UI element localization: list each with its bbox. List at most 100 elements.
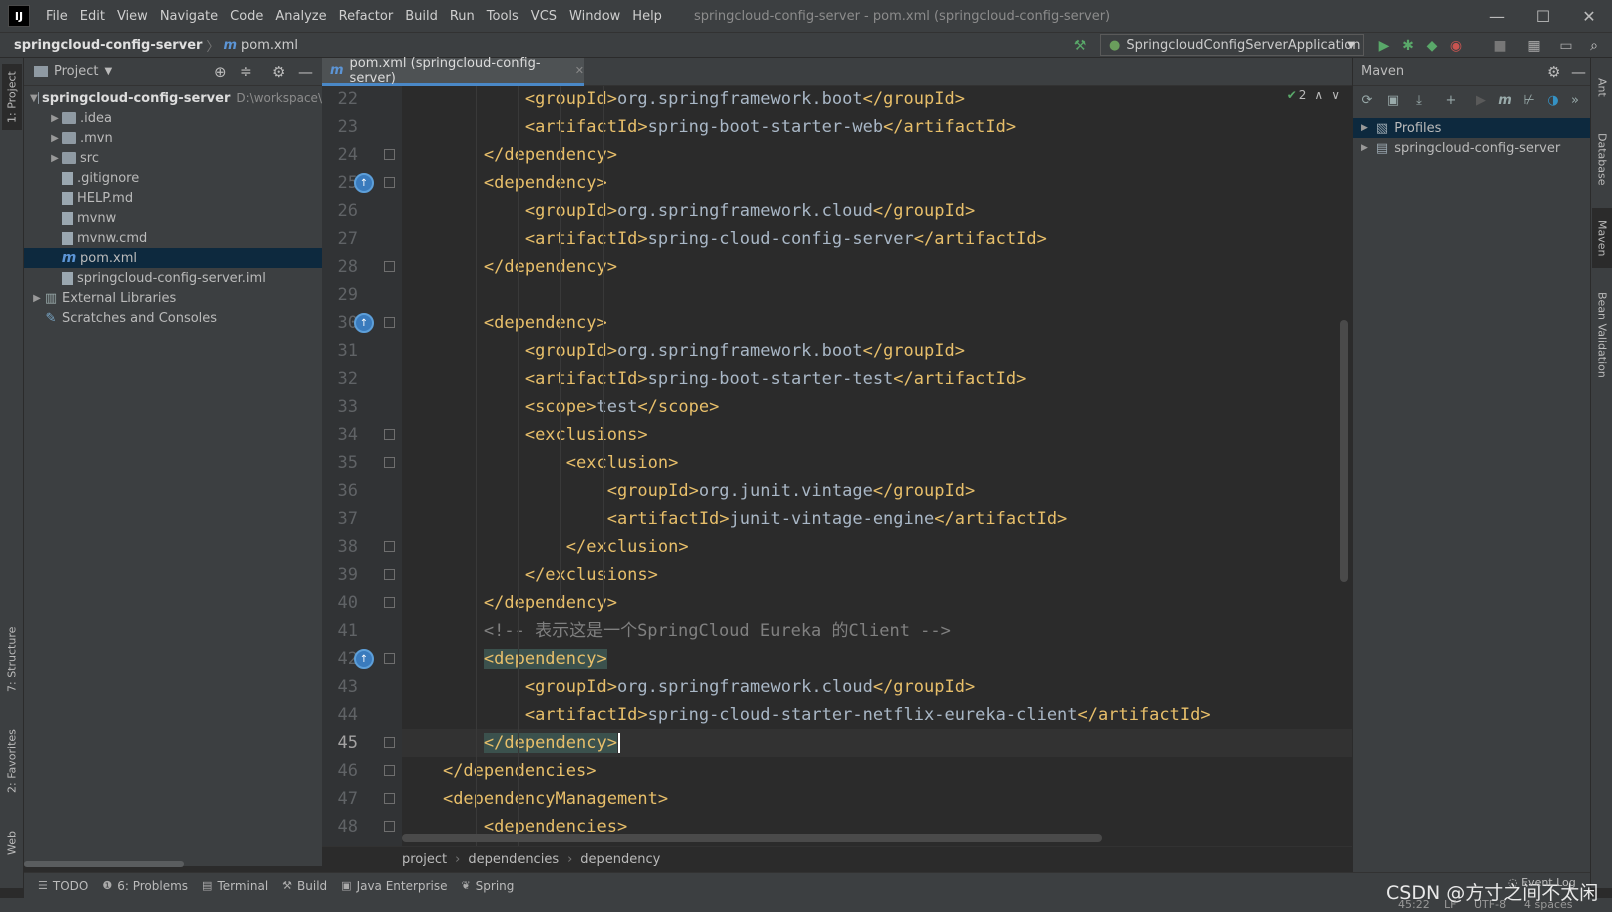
run-maven-icon[interactable]: ▶ [1471, 90, 1491, 110]
menu-tools[interactable]: Tools [481, 9, 525, 24]
search-icon[interactable]: ⌕ [1584, 36, 1604, 56]
tree-horizontal-scrollbar[interactable] [24, 861, 184, 867]
ant-tool-tab[interactable]: Ant [1592, 64, 1612, 110]
editor-vertical-scrollbar[interactable] [1340, 320, 1348, 582]
close-tab-icon[interactable]: ✕ [575, 64, 584, 77]
chevron-down-icon[interactable]: ▼ [104, 66, 112, 77]
tree-item[interactable]: springcloud-config-server.iml [24, 268, 322, 288]
line-number[interactable]: 24 [322, 141, 358, 169]
fold-marker-icon[interactable] [384, 261, 395, 272]
reload-icon[interactable]: ⟳ [1357, 90, 1377, 110]
minimize-button[interactable]: — [1474, 0, 1520, 32]
menu-edit[interactable]: Edit [74, 9, 111, 24]
line-number[interactable]: 39 [322, 561, 358, 589]
line-number[interactable]: 40 [322, 589, 358, 617]
chevron-down-icon[interactable]: ∨ [1331, 88, 1340, 102]
line-number[interactable]: 36 [322, 477, 358, 505]
line-number[interactable]: 45 [322, 729, 358, 757]
chevron-right-icon[interactable]: ▶ [48, 133, 62, 144]
chevron-right-icon[interactable]: ▶ [1361, 143, 1368, 153]
maximize-button[interactable]: ☐ [1520, 0, 1566, 32]
layout-icon[interactable]: ▭ [1556, 36, 1576, 56]
line-number[interactable]: 42 [322, 645, 358, 673]
skip-tests-icon[interactable]: ◑ [1543, 90, 1563, 110]
run-configuration-select[interactable]: ● SpringcloudConfigServerApplication ▼ [1100, 34, 1364, 56]
chevron-up-icon[interactable]: ∧ [1314, 88, 1323, 102]
tool-window-java-enterprise[interactable]: ▣ Java Enterprise [341, 879, 447, 893]
line-number[interactable]: 27 [322, 225, 358, 253]
menu-file[interactable]: File [40, 9, 74, 24]
breadcrumb-item[interactable]: dependency [580, 852, 660, 867]
tool-window-terminal[interactable]: ▤ Terminal [202, 879, 268, 893]
build-hammer-icon[interactable]: ⚒ [1070, 36, 1090, 56]
fold-marker-icon[interactable] [384, 457, 395, 468]
tool-window-build[interactable]: ⚒ Build [282, 879, 327, 893]
tree-item[interactable]: ▶ ▥ External Libraries [24, 288, 322, 308]
collapse-all-icon[interactable]: ≑ [240, 64, 252, 80]
execute-goal-icon[interactable]: m [1495, 90, 1515, 110]
line-number[interactable]: 41 [322, 617, 358, 645]
coverage-icon[interactable]: ◆ [1422, 36, 1442, 56]
gear-icon[interactable]: ⚙ [1547, 63, 1560, 81]
line-number[interactable]: 34 [322, 421, 358, 449]
tab-pom-xml[interactable]: m pom.xml (springcloud-config-server) ✕ [322, 56, 584, 86]
project-tool-tab[interactable]: 1: Project [2, 64, 22, 130]
menu-navigate[interactable]: Navigate [154, 9, 224, 24]
override-marker-icon[interactable]: ↑ [354, 649, 374, 669]
toggle-offline-icon[interactable]: ⊬ [1519, 90, 1539, 110]
project-view-title[interactable]: Project [54, 64, 98, 79]
menu-window[interactable]: Window [563, 9, 626, 24]
breadcrumb-item[interactable]: dependencies [468, 852, 559, 867]
line-number[interactable]: 43 [322, 673, 358, 701]
fold-marker-icon[interactable] [384, 429, 395, 440]
structure-tool-tab[interactable]: 7: Structure [2, 614, 22, 704]
line-number[interactable]: 35 [322, 449, 358, 477]
menu-help[interactable]: Help [626, 9, 668, 24]
tool-window-problems[interactable]: ❶ 6: Problems [102, 879, 188, 893]
intellij-logo-icon[interactable]: IJ [8, 5, 30, 27]
menu-code[interactable]: Code [224, 9, 269, 24]
line-number[interactable]: 31 [322, 337, 358, 365]
line-number[interactable]: 46 [322, 757, 358, 785]
profiler-icon[interactable]: ◉ [1446, 36, 1466, 56]
tree-item[interactable]: ▶ src [24, 148, 322, 168]
event-log-button[interactable]: ◌ Event Log [1508, 876, 1576, 889]
tree-item[interactable]: ✎ Scratches and Consoles [24, 308, 322, 328]
maven-tool-tab[interactable]: Maven [1592, 208, 1612, 268]
tree-item[interactable]: mvnw [24, 208, 322, 228]
line-number[interactable]: 32 [322, 365, 358, 393]
line-number[interactable]: 33 [322, 393, 358, 421]
tree-item[interactable]: m pom.xml [24, 248, 322, 268]
line-number[interactable]: 22 [322, 85, 358, 113]
chevron-right-icon[interactable]: ▶ [1361, 123, 1368, 133]
chevron-down-icon[interactable]: ▼ [30, 93, 38, 104]
favorites-tool-tab[interactable]: 2: Favorites [2, 718, 22, 804]
fold-marker-icon[interactable] [384, 597, 395, 608]
hide-icon[interactable]: — [298, 63, 313, 81]
fold-marker-icon[interactable] [384, 317, 395, 328]
gear-icon[interactable]: ⚙ [272, 63, 285, 81]
menu-refactor[interactable]: Refactor [333, 9, 400, 24]
maven-tree-item[interactable]: ▶ ▧ Profiles [1353, 118, 1591, 138]
menu-analyze[interactable]: Analyze [269, 9, 332, 24]
close-button[interactable]: ✕ [1566, 0, 1612, 32]
chevron-right-icon[interactable]: ▶ [48, 113, 62, 124]
override-marker-icon[interactable]: ↑ [354, 313, 374, 333]
fold-marker-icon[interactable] [384, 177, 395, 188]
line-number[interactable]: 44 [322, 701, 358, 729]
line-number[interactable]: 23 [322, 113, 358, 141]
generate-sources-icon[interactable]: ▣ [1383, 90, 1403, 110]
bean-validation-tool-tab[interactable]: Bean Validation [1592, 280, 1612, 390]
fold-marker-icon[interactable] [384, 737, 395, 748]
line-number[interactable]: 37 [322, 505, 358, 533]
tree-item[interactable]: .gitignore [24, 168, 322, 188]
download-icon[interactable]: ⤓ [1409, 90, 1429, 110]
tree-item[interactable]: mvnw.cmd [24, 228, 322, 248]
add-icon[interactable]: + [1441, 90, 1461, 110]
menu-vcs[interactable]: VCS [525, 9, 563, 24]
line-number[interactable]: 26 [322, 197, 358, 225]
tree-item[interactable]: ▶ .mvn [24, 128, 322, 148]
breadcrumb-item[interactable]: project [402, 852, 447, 867]
menu-build[interactable]: Build [399, 9, 444, 24]
project-structure-icon[interactable]: ▦ [1524, 36, 1544, 56]
